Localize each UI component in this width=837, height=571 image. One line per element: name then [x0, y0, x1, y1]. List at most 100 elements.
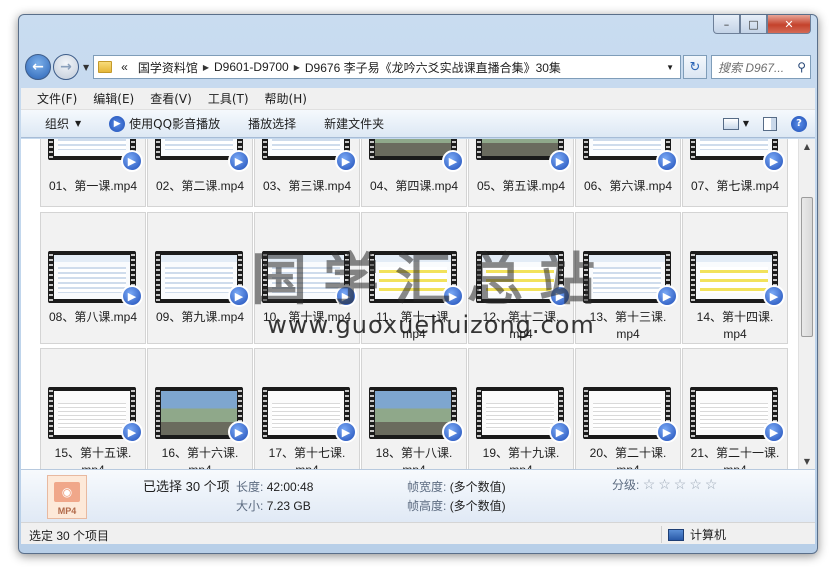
qq-video-badge-icon: ▶ — [763, 421, 785, 443]
new-folder-label: 新建文件夹 — [324, 117, 385, 131]
file-tile[interactable]: ▶ 06、第六课.mp4 — [575, 139, 681, 207]
breadcrumb-item[interactable]: D9601-D9700 — [214, 60, 289, 74]
computer-icon — [668, 528, 684, 541]
organize-button[interactable]: 组织 ▼ — [45, 115, 81, 132]
file-tile[interactable]: ▶ 15、第十五课. mp4 — [40, 348, 146, 469]
file-tile[interactable]: ▶ 08、第八课.mp4 — [40, 212, 146, 344]
file-list[interactable]: ▶ 01、第一课.mp4 ▶ 02、第二课.mp4 ▶ 03、第三课.mp4 ▶… — [21, 139, 815, 469]
file-tile[interactable]: ▶ 21、第二十一课. mp4 — [682, 348, 788, 469]
file-name-cont: mp4 — [469, 462, 573, 469]
size-value: 7.23 GB — [266, 499, 311, 513]
minimize-button[interactable]: – — [713, 15, 740, 34]
file-name-cont: mp4 — [509, 327, 533, 341]
file-name: 02、第二课.mp4 — [155, 179, 245, 193]
file-tile[interactable]: ▶ 03、第三课.mp4 — [254, 139, 360, 207]
qq-video-badge-icon: ▶ — [442, 421, 464, 443]
address-bar[interactable]: « 国学资料馆 ▶ D9601-D9700 ▶ D9676 李子易《龙吟六爻实战… — [93, 55, 681, 79]
film-icon: ◉ — [54, 482, 80, 502]
qq-player-icon: ▶ — [109, 115, 126, 132]
file-name-cont: mp4 — [576, 462, 680, 469]
explorer-window: – □ ✕ ← → ▼ « 国学资料馆 ▶ D9601-D9700 ▶ D967… — [18, 14, 818, 554]
play-selection-button[interactable]: 播放选择 — [248, 115, 296, 132]
address-row: ← → ▼ « 国学资料馆 ▶ D9601-D9700 ▶ D9676 李子易《… — [25, 53, 811, 81]
new-folder-button[interactable]: 新建文件夹 — [324, 115, 384, 132]
caption-buttons: – □ ✕ — [713, 15, 811, 34]
menu-help[interactable]: 帮助(H) — [265, 90, 307, 107]
file-tile[interactable]: ▶ 02、第二课.mp4 — [147, 139, 253, 207]
scroll-down-icon[interactable]: ▼ — [799, 454, 815, 469]
search-input[interactable]: 搜索 D967... ⚲ — [711, 55, 811, 79]
breadcrumb-separator-icon[interactable]: ▶ — [294, 63, 300, 72]
length-label: 长度: — [236, 480, 264, 494]
play-with-qq-button[interactable]: ▶ 使用QQ影音播放 — [109, 115, 220, 132]
length-field: 长度: 42:00:48 — [236, 478, 313, 495]
file-name: 08、第八课.mp4 — [48, 310, 138, 324]
menu-file[interactable]: 文件(F) — [37, 90, 77, 107]
breadcrumb-overflow[interactable]: « — [121, 60, 128, 74]
file-name: 10、第十课.mp4 — [262, 310, 352, 324]
file-tile[interactable]: ▶ 05、第五课.mp4 — [468, 139, 574, 207]
file-tile[interactable]: ▶ 10、第十课.mp4 — [254, 212, 360, 344]
play-selection-label: 播放选择 — [248, 117, 297, 131]
menu-view[interactable]: 查看(V) — [150, 90, 192, 107]
file-name: 15、第十五课. — [54, 446, 132, 460]
file-name: 06、第六课.mp4 — [583, 179, 673, 193]
file-tile[interactable]: ▶ 09、第九课.mp4 — [147, 212, 253, 344]
file-tile[interactable]: ▶ 12、第十二课. mp4 — [468, 212, 574, 344]
file-name: 04、第四课.mp4 — [369, 179, 459, 193]
file-name: 17、第十七课. — [268, 446, 346, 460]
back-arrow-icon[interactable]: ← — [25, 54, 51, 80]
qq-video-badge-icon: ▶ — [228, 421, 250, 443]
file-tile[interactable]: ▶ 20、第二十课. mp4 — [575, 348, 681, 469]
maximize-button[interactable]: □ — [740, 15, 767, 34]
file-tile[interactable]: ▶ 11、第十一课. mp4 — [361, 212, 467, 344]
chevron-down-icon: ▼ — [75, 119, 82, 128]
play-with-qq-label: 使用QQ影音播放 — [129, 117, 221, 131]
length-value: 42:00:48 — [266, 480, 314, 494]
file-name: 16、第十六课. — [161, 446, 239, 460]
file-tile[interactable]: ▶ 14、第十四课. mp4 — [682, 212, 788, 344]
search-icon[interactable]: ⚲ — [797, 60, 806, 74]
size-label: 大小: — [236, 499, 264, 513]
file-name: 13、第十三课. — [589, 310, 667, 324]
help-icon[interactable]: ? — [791, 115, 807, 132]
rating-label: 分级: — [612, 478, 640, 492]
qq-video-badge-icon: ▶ — [335, 421, 357, 443]
file-name: 03、第三课.mp4 — [262, 179, 352, 193]
rating-stars-icon[interactable]: ☆☆☆☆☆ — [643, 476, 721, 492]
file-tile[interactable]: ▶ 04、第四课.mp4 — [361, 139, 467, 207]
qq-video-badge-icon: ▶ — [549, 421, 571, 443]
mp4-file-icon: ◉ MP4 — [47, 475, 87, 519]
view-options-chevron-icon[interactable]: ▼ — [743, 119, 749, 128]
file-name: 01、第一课.mp4 — [48, 179, 138, 193]
preview-pane-icon[interactable] — [763, 116, 777, 131]
refresh-icon[interactable]: ↻ — [683, 55, 707, 79]
breadcrumb-separator-icon[interactable]: ▶ — [203, 63, 209, 72]
menu-tools[interactable]: 工具(T) — [208, 90, 249, 107]
rating-field: 分级: ☆☆☆☆☆ — [612, 476, 720, 493]
file-tile[interactable]: ▶ 16、第十六课. mp4 — [147, 348, 253, 469]
scroll-up-icon[interactable]: ▲ — [799, 139, 815, 154]
file-tile[interactable]: ▶ 19、第十九课. mp4 — [468, 348, 574, 469]
file-tile[interactable]: ▶ 17、第十七课. mp4 — [254, 348, 360, 469]
file-name-cont: mp4 — [362, 462, 466, 469]
scrollbar-thumb[interactable] — [801, 197, 813, 337]
file-name: 05、第五课.mp4 — [476, 179, 566, 193]
breadcrumb-item[interactable]: 国学资料馆 — [138, 59, 198, 76]
selection-count: 已选择 30 个项 — [143, 479, 230, 494]
forward-arrow-icon[interactable]: → — [53, 54, 79, 80]
menu-edit[interactable]: 编辑(E) — [93, 90, 134, 107]
file-tile[interactable]: ▶ 01、第一课.mp4 — [40, 139, 146, 207]
qq-video-badge-icon: ▶ — [335, 285, 357, 307]
file-tile[interactable]: ▶ 13、第十三课. mp4 — [575, 212, 681, 344]
file-tile[interactable]: ▶ 07、第七课.mp4 — [682, 139, 788, 207]
breadcrumb-item[interactable]: D9676 李子易《龙吟六爻实战课直播合集》30集 — [305, 59, 561, 76]
file-tile[interactable]: ▶ 18、第十八课. mp4 — [361, 348, 467, 469]
vertical-scrollbar[interactable]: ▲ ▼ — [798, 139, 815, 469]
address-dropdown-icon[interactable]: ▼ — [666, 63, 674, 72]
close-button[interactable]: ✕ — [767, 15, 811, 34]
file-name: 19、第十九课. — [482, 446, 560, 460]
recent-pages-dropdown-icon[interactable]: ▼ — [83, 63, 89, 72]
file-name: 14、第十四课. — [696, 310, 774, 324]
change-view-icon[interactable] — [722, 117, 739, 130]
